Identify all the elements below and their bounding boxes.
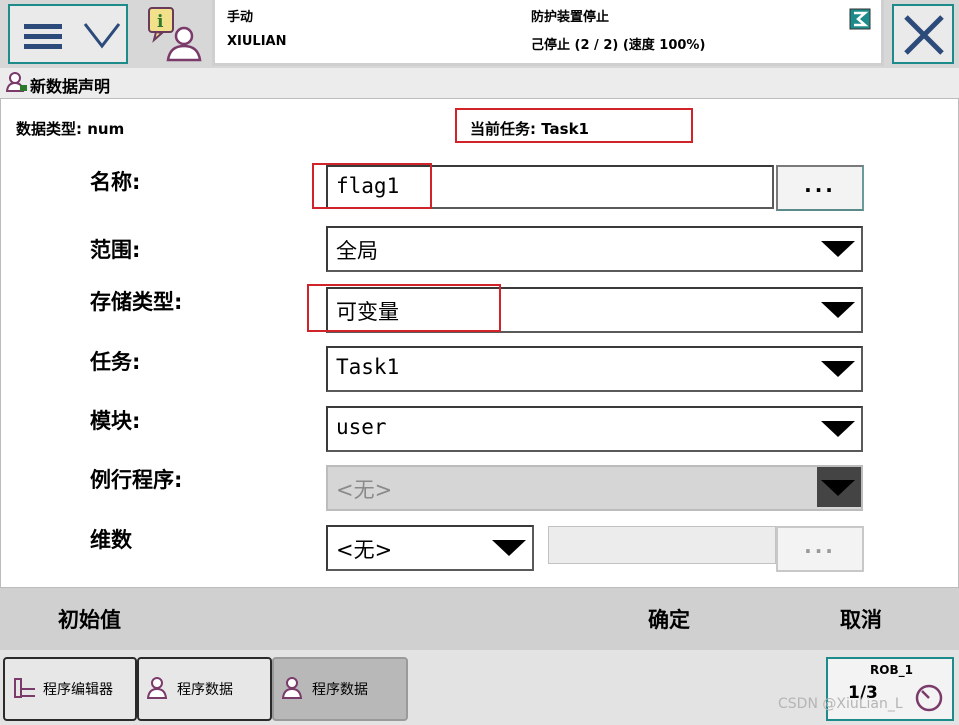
routine-dropdown-arrow bbox=[817, 467, 861, 507]
watermark: CSDN @XiuLian_L bbox=[778, 696, 903, 712]
close-button[interactable] bbox=[892, 4, 954, 64]
dimensions-select[interactable]: <无> bbox=[326, 525, 534, 571]
dimensions-value: <无> bbox=[336, 538, 393, 562]
taskbar-item-label: 程序数据 bbox=[312, 682, 368, 698]
taskbar-program-editor[interactable]: 程序编辑器 bbox=[3, 657, 137, 721]
module-select[interactable]: user bbox=[326, 406, 863, 452]
triangle-down-icon bbox=[821, 241, 855, 257]
window-title-bar: 新数据声明 bbox=[0, 68, 959, 98]
storage-type-label: 存储类型: bbox=[90, 290, 183, 314]
system-name: XIULIAN bbox=[227, 34, 287, 49]
routine-label: 例行程序: bbox=[90, 468, 183, 492]
initial-value-button[interactable]: 初始值 bbox=[58, 604, 121, 634]
status-panel[interactable]: 手动 XIULIAN 防护装置停止 己停止 (2 / 2) (速度 100%) bbox=[212, 0, 884, 66]
svg-text:i: i bbox=[157, 12, 164, 32]
triangle-down-icon bbox=[821, 480, 855, 496]
task-select[interactable]: Task1 bbox=[326, 346, 863, 392]
speed-gauge-icon bbox=[915, 684, 943, 712]
program-data-icon bbox=[147, 677, 168, 699]
routine-select: <无> bbox=[326, 465, 863, 511]
program-data-icon bbox=[282, 677, 303, 699]
task-label: 任务: bbox=[90, 350, 141, 374]
storage-type-dropdown-arrow[interactable] bbox=[817, 289, 861, 329]
dimensions-size-field bbox=[548, 526, 776, 564]
module-label: 模块: bbox=[90, 409, 141, 433]
command-bar: 初始值 确定 取消 bbox=[0, 588, 959, 650]
window-title: 新数据声明 bbox=[30, 77, 111, 96]
name-highlight bbox=[312, 163, 432, 209]
operating-mode: 手动 bbox=[227, 10, 254, 25]
taskbar-program-data-1[interactable]: 程序数据 bbox=[137, 657, 272, 721]
data-type-label: 数据类型: num bbox=[16, 120, 125, 138]
ok-button[interactable]: 确定 bbox=[648, 604, 690, 634]
storage-type-highlight bbox=[307, 284, 501, 332]
module-value: user bbox=[336, 415, 387, 439]
hamburger-icon bbox=[24, 24, 62, 54]
robot-name: ROB_1 bbox=[870, 663, 913, 677]
chevron-down-icon bbox=[83, 23, 121, 49]
current-task-label: 当前任务: Task1 bbox=[470, 120, 589, 138]
cancel-button[interactable]: 取消 bbox=[840, 604, 882, 634]
taskbar-program-data-2[interactable]: 程序数据 bbox=[272, 657, 408, 721]
task-bar: 程序编辑器 程序数据 程序数据 bbox=[0, 650, 959, 725]
scope-select[interactable]: 全局 bbox=[326, 226, 863, 272]
run-state: 己停止 (2 / 2) (速度 100%) bbox=[531, 38, 706, 53]
triangle-down-icon bbox=[492, 540, 526, 556]
name-browse-button[interactable]: ... bbox=[776, 165, 864, 211]
data-declaration-icon bbox=[6, 72, 27, 92]
triangle-down-icon bbox=[821, 361, 855, 377]
routine-value: <无> bbox=[336, 478, 393, 502]
safety-state: 防护装置停止 bbox=[531, 10, 610, 25]
scope-dropdown-arrow[interactable] bbox=[817, 228, 861, 268]
dimensions-browse-button: ... bbox=[776, 526, 864, 572]
dimensions-label: 维数 bbox=[90, 528, 132, 552]
triangle-down-icon bbox=[821, 302, 855, 318]
main-menu-button[interactable] bbox=[8, 4, 128, 64]
program-editor-icon bbox=[14, 678, 35, 698]
taskbar-item-label: 程序数据 bbox=[177, 682, 233, 698]
scope-label: 范围: bbox=[90, 238, 141, 262]
dimensions-dropdown-arrow[interactable] bbox=[488, 527, 532, 567]
task-dropdown-arrow[interactable] bbox=[817, 348, 861, 388]
triangle-down-icon bbox=[821, 421, 855, 437]
name-label: 名称: bbox=[90, 170, 141, 194]
taskbar-item-label: 程序编辑器 bbox=[43, 682, 113, 698]
task-value: Task1 bbox=[336, 355, 400, 379]
close-icon bbox=[904, 15, 944, 55]
scope-value: 全局 bbox=[336, 239, 378, 263]
motor-status-icon bbox=[849, 8, 871, 30]
event-log-icon[interactable]: i bbox=[146, 6, 204, 62]
module-dropdown-arrow[interactable] bbox=[817, 408, 861, 448]
